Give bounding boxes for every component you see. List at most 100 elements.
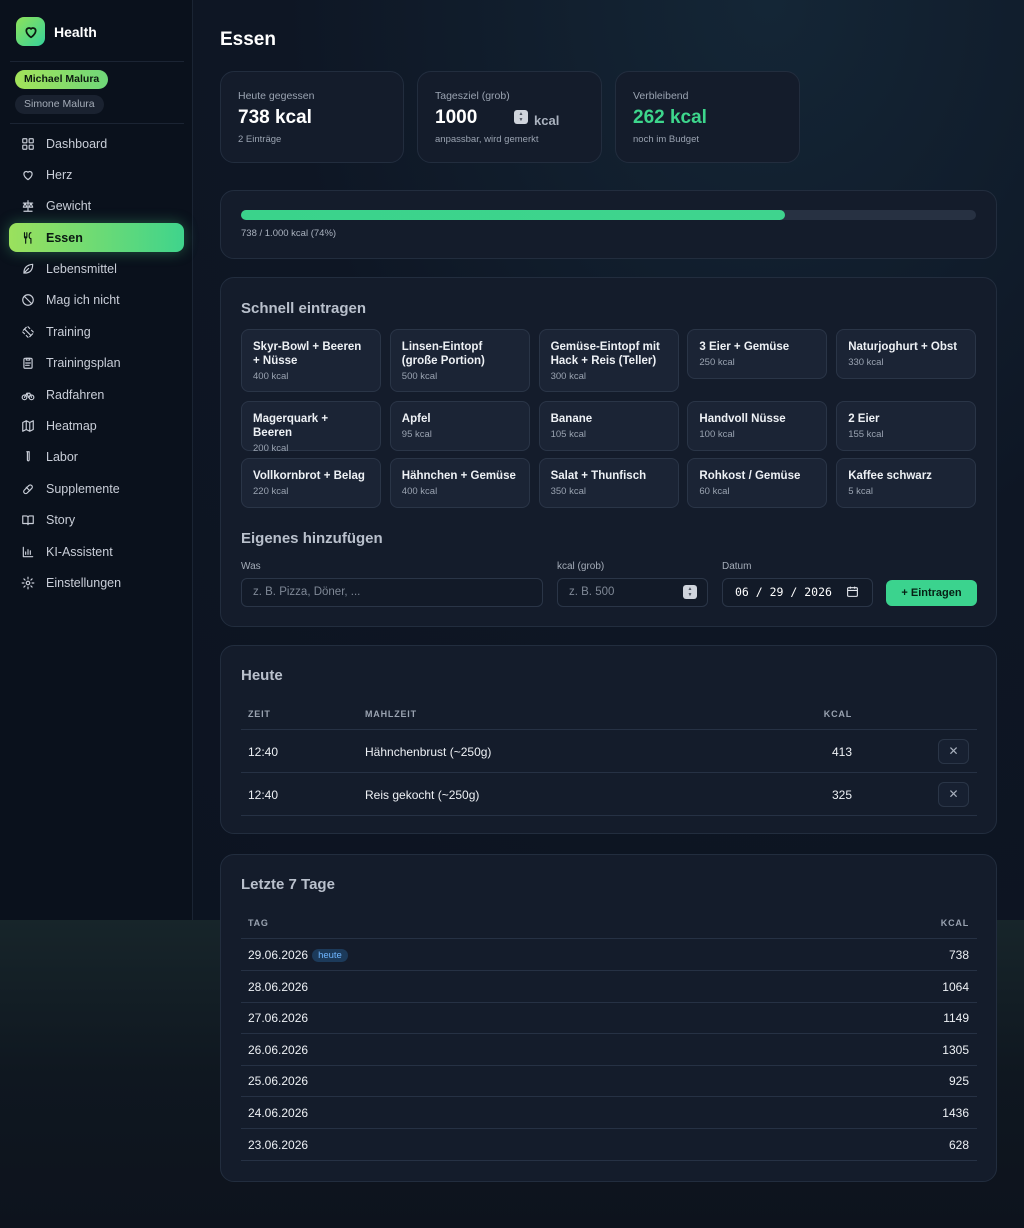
quick-item-name: Gemüse-Eintopf mit Hack + Reis (Teller) (550, 341, 660, 367)
progress-text: 738 / 1.000 kcal (74%) (241, 228, 337, 239)
divider (10, 61, 184, 62)
today-badge: heute (312, 949, 348, 962)
row-kcal: 413 (831, 745, 852, 759)
quick-item-name: Vollkornbrot + Belag (253, 470, 365, 482)
quick-item-kcal: 100 kcal (699, 429, 735, 440)
user-michael[interactable]: Michael Malura (15, 70, 109, 89)
what-input[interactable]: z. B. Pizza, Döner, ... (241, 578, 543, 607)
progress-track (241, 210, 976, 220)
sidebar-item-einstellungen[interactable]: Einstellungen (9, 568, 184, 597)
quick-item[interactable]: 3 Eier + Gemüse 250 kcal (687, 329, 828, 379)
sidebar-item-label: Trainingsplan (46, 356, 121, 371)
quick-item-name: 2 Eier (848, 413, 880, 425)
quick-item[interactable]: Salat + Thunfisch 350 kcal (538, 458, 679, 508)
app-name: Health (54, 23, 97, 40)
sidebar-item-ki-assistent[interactable]: KI-Assistent (9, 537, 184, 566)
row-day: 29.06.2026 (248, 948, 309, 962)
sidebar-item-essen[interactable]: Essen (9, 223, 184, 253)
stat-label: Heute gegessen (238, 90, 315, 102)
quick-item[interactable]: Handvoll Nüsse 100 kcal (687, 401, 828, 451)
sidebar-item-mag-ich-nicht[interactable]: Mag ich nicht (9, 286, 184, 315)
close-icon: ✕ (948, 744, 959, 758)
sidebar-item-heatmap[interactable]: Heatmap (9, 412, 184, 441)
calendar-icon[interactable] (846, 585, 859, 603)
stat-label: Tagesziel (grob) (435, 90, 510, 102)
user-simone[interactable]: Simone Malura (15, 95, 104, 114)
divider (241, 1128, 977, 1129)
quick-item-name: Salat + Thunfisch (550, 470, 647, 482)
row-meal: Reis gekocht (~250g) (365, 787, 480, 802)
goal-input[interactable]: 1000 (435, 107, 515, 129)
quick-item[interactable]: Hähnchen + Gemüse 400 kcal (389, 458, 530, 508)
quick-item[interactable]: Banane 105 kcal (538, 401, 679, 451)
quick-item-kcal: 300 kcal (550, 371, 586, 382)
stat-sub: noch im Budget (633, 134, 700, 145)
row-kcal: 325 (831, 787, 852, 802)
quick-item-name: Skyr-Bowl + Beeren + Nüsse (253, 341, 362, 367)
quick-item-name: Handvoll Nüsse (699, 413, 786, 425)
quick-item[interactable]: Gemüse-Eintopf mit Hack + Reis (Teller) 3… (538, 329, 679, 392)
sidebar-item-labor[interactable]: Labor (9, 443, 184, 472)
quick-item[interactable]: Apfel 95 kcal (389, 401, 530, 451)
quick-item[interactable]: 2 Eier 155 kcal (836, 401, 977, 451)
brand[interactable]: Health (16, 17, 97, 46)
divider (241, 1096, 977, 1098)
stat-card-remaining: Verbleibend 262 kcal noch im Budget (615, 71, 800, 163)
delete-entry-button[interactable]: ✕ (938, 739, 969, 764)
row-day: 28.06.2026 (248, 979, 309, 994)
quick-item-name: Rohkost / Gemüse (699, 470, 801, 482)
goal-unit: kcal (534, 113, 560, 128)
sidebar-item-story[interactable]: Story (9, 506, 184, 535)
quick-item-kcal: 95 kcal (401, 429, 432, 440)
stat-label: Verbleibend (633, 90, 689, 102)
quick-item[interactable]: Rohkost / Gemüse 60 kcal (687, 458, 828, 508)
sidebar-item-training[interactable]: Training (9, 317, 184, 346)
kcal-stepper[interactable]: ▲ ▼ (683, 585, 697, 599)
sidebar-nav: Dashboard Herz Gewicht Essen Lebensmittel Mag… (9, 129, 184, 600)
row-kcal: 1305 (942, 1042, 969, 1057)
sidebar-item-radfahren[interactable]: Radfahren (9, 380, 184, 409)
sidebar-item-label: Training (46, 324, 91, 339)
what-label: Was (241, 561, 261, 572)
quick-item-name: Linsen-Eintopf (große Portion) (401, 341, 485, 367)
row-day: 25.06.2026 (248, 1074, 309, 1089)
sidebar-item-label: Heatmap (46, 419, 97, 434)
quick-item-kcal: 500 kcal (401, 371, 438, 382)
section-title: Letzte 7 Tage (241, 876, 335, 893)
quick-item[interactable]: Vollkornbrot + Belag 220 kcal (241, 458, 381, 508)
delete-entry-button[interactable]: ✕ (938, 781, 969, 807)
quick-item[interactable]: Naturjoghurt + Obst 330 kcal (836, 329, 977, 379)
sidebar-item-gewicht[interactable]: Gewicht (9, 192, 184, 221)
page-title: Essen (220, 29, 276, 50)
quick-item-name: Apfel (401, 413, 431, 425)
quick-item[interactable]: Skyr-Bowl + Beeren + Nüsse 400 kcal (241, 329, 381, 392)
column-header-kcal: KCAL (823, 709, 852, 719)
heart-logo-icon (16, 17, 45, 46)
sidebar-item-trainingsplan[interactable]: Trainingsplan (9, 349, 184, 378)
sidebar-item-supplemente[interactable]: Supplemente (9, 474, 184, 503)
sidebar-item-dashboard[interactable]: Dashboard (9, 129, 184, 158)
row-meal: Hähnchenbrust (~250g) (365, 745, 492, 759)
dumbbell-icon (22, 326, 34, 338)
row-day: 23.06.2026 (248, 1137, 309, 1152)
column-header-time: ZEIT (248, 709, 271, 719)
divider (241, 970, 977, 971)
sidebar-item-label: Lebensmittel (46, 262, 117, 277)
sidebar-item-label: Gewicht (46, 199, 92, 214)
goal-stepper[interactable]: ▲ ▼ (514, 110, 528, 124)
row-kcal: 738 (948, 948, 969, 962)
sidebar-item-label: Story (46, 513, 76, 528)
add-entry-button[interactable]: + Eintragen (886, 580, 977, 606)
utensils-icon (23, 231, 32, 244)
sidebar-item-label: KI-Assistent (46, 544, 113, 559)
quick-item[interactable]: Magerquark + Beeren 200 kcal (241, 401, 381, 454)
quick-item[interactable]: Linsen-Eintopf (große Portion) 500 kcal (389, 329, 530, 392)
sidebar-item-lebensmittel[interactable]: Lebensmittel (9, 255, 184, 284)
today-card: Heute ZEIT MAHLZEIT KCAL 12:40 Hähnchenbr… (220, 645, 997, 834)
sidebar-item-herz[interactable]: Herz (9, 160, 184, 189)
quick-item-kcal: 60 kcal (699, 486, 730, 497)
quick-item[interactable]: Kaffee schwarz 5 kcal (836, 458, 977, 508)
row-kcal: 1064 (942, 979, 969, 994)
divider (241, 1001, 977, 1003)
quick-item-kcal: 155 kcal (848, 429, 884, 440)
